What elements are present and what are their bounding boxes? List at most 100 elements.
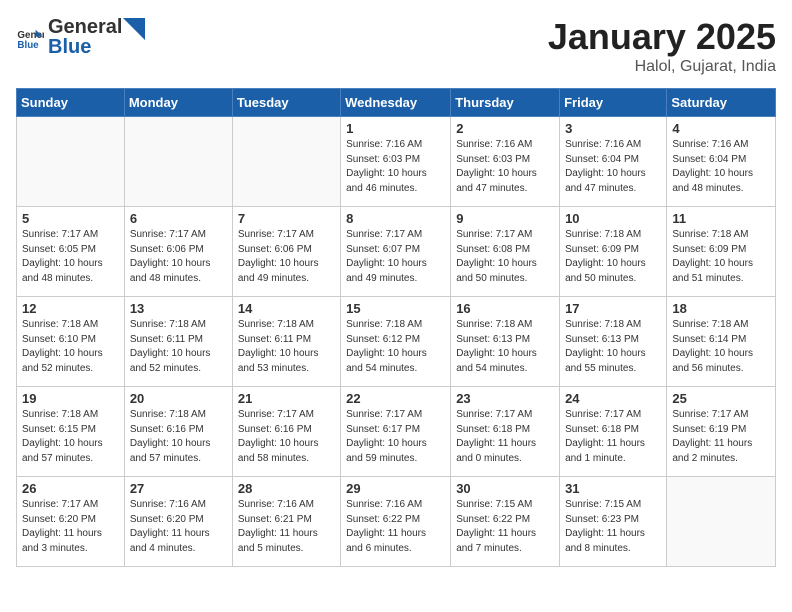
weekday-header-row: SundayMondayTuesdayWednesdayThursdayFrid… xyxy=(17,89,776,117)
day-number: 1 xyxy=(346,121,445,136)
day-cell xyxy=(667,477,776,567)
day-info: Sunrise: 7:17 AM Sunset: 6:19 PM Dayligh… xyxy=(672,408,770,466)
logo: General Blue General Blue xyxy=(16,16,145,59)
day-cell: 23 Sunrise: 7:17 AM Sunset: 6:18 PM Dayli… xyxy=(451,387,560,477)
day-info: Sunrise: 7:18 AM Sunset: 6:10 PM Dayligh… xyxy=(22,318,119,376)
day-cell: 15Sunrise: 7:18 AM Sunset: 6:12 PM Dayli… xyxy=(341,297,451,387)
day-number: 18 xyxy=(672,301,770,316)
day-number: 27 xyxy=(130,481,227,496)
day-info: Sunrise: 7:18 AM Sunset: 6:11 PM Dayligh… xyxy=(238,318,335,376)
day-info: Sunrise: 7:16 AM Sunset: 6:04 PM Dayligh… xyxy=(672,138,770,196)
day-cell: 29 Sunrise: 7:16 AM Sunset: 6:22 PM Dayli… xyxy=(341,477,451,567)
day-number: 7 xyxy=(238,211,335,226)
day-cell: 10 Sunrise: 7:18 AM Sunset: 6:09 PM Dayli… xyxy=(560,207,667,297)
day-number: 15 xyxy=(346,301,445,316)
day-info: Sunrise: 7:16 AM Sunset: 6:20 PM Dayligh… xyxy=(130,498,227,556)
weekday-header-sunday: Sunday xyxy=(17,89,125,117)
day-info: Sunrise: 7:16 AM Sunset: 6:03 PM Dayligh… xyxy=(456,138,554,196)
day-cell xyxy=(17,117,125,207)
day-info: Sunrise: 7:17 AM Sunset: 6:20 PM Dayligh… xyxy=(22,498,119,556)
week-row-5: 26 Sunrise: 7:17 AM Sunset: 6:20 PM Dayli… xyxy=(17,477,776,567)
day-number: 11 xyxy=(672,211,770,226)
day-cell: 3 Sunrise: 7:16 AM Sunset: 6:04 PM Daylig… xyxy=(560,117,667,207)
day-cell: 31 Sunrise: 7:15 AM Sunset: 6:23 PM Dayli… xyxy=(560,477,667,567)
day-cell: 11 Sunrise: 7:18 AM Sunset: 6:09 PM Dayli… xyxy=(667,207,776,297)
day-number: 17 xyxy=(565,301,661,316)
day-number: 5 xyxy=(22,211,119,226)
day-number: 23 xyxy=(456,391,554,406)
day-number: 31 xyxy=(565,481,661,496)
day-cell: 2 Sunrise: 7:16 AM Sunset: 6:03 PM Daylig… xyxy=(451,117,560,207)
day-info: Sunrise: 7:15 AM Sunset: 6:22 PM Dayligh… xyxy=(456,498,554,556)
calendar-subtitle: Halol, Gujarat, India xyxy=(548,58,776,76)
day-number: 21 xyxy=(238,391,335,406)
day-info: Sunrise: 7:16 AM Sunset: 6:04 PM Dayligh… xyxy=(565,138,661,196)
day-number: 24 xyxy=(565,391,661,406)
week-row-4: 19 Sunrise: 7:18 AM Sunset: 6:15 PM Dayli… xyxy=(17,387,776,477)
day-number: 25 xyxy=(672,391,770,406)
weekday-header-saturday: Saturday xyxy=(667,89,776,117)
day-cell: 21 Sunrise: 7:17 AM Sunset: 6:16 PM Dayli… xyxy=(232,387,340,477)
title-block: January 2025 Halol, Gujarat, India xyxy=(548,16,776,76)
day-number: 2 xyxy=(456,121,554,136)
day-cell: 8Sunrise: 7:17 AM Sunset: 6:07 PM Daylig… xyxy=(341,207,451,297)
day-cell: 30 Sunrise: 7:15 AM Sunset: 6:22 PM Dayli… xyxy=(451,477,560,567)
day-number: 16 xyxy=(456,301,554,316)
day-cell: 5Sunrise: 7:17 AM Sunset: 6:05 PM Daylig… xyxy=(17,207,125,297)
day-cell: 1Sunrise: 7:16 AM Sunset: 6:03 PM Daylig… xyxy=(341,117,451,207)
day-cell: 20Sunrise: 7:18 AM Sunset: 6:16 PM Dayli… xyxy=(124,387,232,477)
day-info: Sunrise: 7:17 AM Sunset: 6:06 PM Dayligh… xyxy=(238,228,335,286)
day-info: Sunrise: 7:17 AM Sunset: 6:16 PM Dayligh… xyxy=(238,408,335,466)
day-cell: 27 Sunrise: 7:16 AM Sunset: 6:20 PM Dayli… xyxy=(124,477,232,567)
day-info: Sunrise: 7:17 AM Sunset: 6:17 PM Dayligh… xyxy=(346,408,445,466)
day-cell: 16 Sunrise: 7:18 AM Sunset: 6:13 PM Dayli… xyxy=(451,297,560,387)
day-info: Sunrise: 7:18 AM Sunset: 6:16 PM Dayligh… xyxy=(130,408,227,466)
calendar-title: January 2025 xyxy=(548,16,776,58)
day-cell: 9 Sunrise: 7:17 AM Sunset: 6:08 PM Daylig… xyxy=(451,207,560,297)
day-cell: 7 Sunrise: 7:17 AM Sunset: 6:06 PM Daylig… xyxy=(232,207,340,297)
day-info: Sunrise: 7:18 AM Sunset: 6:13 PM Dayligh… xyxy=(456,318,554,376)
day-number: 10 xyxy=(565,211,661,226)
day-number: 8 xyxy=(346,211,445,226)
day-info: Sunrise: 7:17 AM Sunset: 6:06 PM Dayligh… xyxy=(130,228,227,286)
weekday-header-monday: Monday xyxy=(124,89,232,117)
day-cell xyxy=(232,117,340,207)
day-info: Sunrise: 7:18 AM Sunset: 6:13 PM Dayligh… xyxy=(565,318,661,376)
logo-icon: General Blue xyxy=(16,24,44,52)
day-info: Sunrise: 7:17 AM Sunset: 6:18 PM Dayligh… xyxy=(456,408,554,466)
day-cell: 17 Sunrise: 7:18 AM Sunset: 6:13 PM Dayli… xyxy=(560,297,667,387)
day-info: Sunrise: 7:18 AM Sunset: 6:14 PM Dayligh… xyxy=(672,318,770,376)
day-cell: 6Sunrise: 7:17 AM Sunset: 6:06 PM Daylig… xyxy=(124,207,232,297)
day-cell: 18 Sunrise: 7:18 AM Sunset: 6:14 PM Dayli… xyxy=(667,297,776,387)
day-number: 9 xyxy=(456,211,554,226)
logo-triangle-icon xyxy=(123,18,145,40)
weekday-header-thursday: Thursday xyxy=(451,89,560,117)
day-info: Sunrise: 7:15 AM Sunset: 6:23 PM Dayligh… xyxy=(565,498,661,556)
calendar-table: SundayMondayTuesdayWednesdayThursdayFrid… xyxy=(16,88,776,567)
weekday-header-friday: Friday xyxy=(560,89,667,117)
day-cell: 24Sunrise: 7:17 AM Sunset: 6:18 PM Dayli… xyxy=(560,387,667,477)
day-info: Sunrise: 7:18 AM Sunset: 6:09 PM Dayligh… xyxy=(672,228,770,286)
day-info: Sunrise: 7:17 AM Sunset: 6:08 PM Dayligh… xyxy=(456,228,554,286)
day-number: 14 xyxy=(238,301,335,316)
day-cell xyxy=(124,117,232,207)
week-row-1: 1 Sunrise: 7:16 AM Sunset: 6:03 PM Daylig… xyxy=(17,117,776,207)
day-info: Sunrise: 7:18 AM Sunset: 6:09 PM Dayligh… xyxy=(565,228,661,286)
day-number: 28 xyxy=(238,481,335,496)
day-cell: 28Sunrise: 7:16 AM Sunset: 6:21 PM Dayli… xyxy=(232,477,340,567)
day-number: 3 xyxy=(565,121,661,136)
day-number: 30 xyxy=(456,481,554,496)
day-number: 29 xyxy=(346,481,445,496)
day-info: Sunrise: 7:16 AM Sunset: 6:22 PM Dayligh… xyxy=(346,498,445,556)
day-number: 4 xyxy=(672,121,770,136)
day-info: Sunrise: 7:18 AM Sunset: 6:15 PM Dayligh… xyxy=(22,408,119,466)
day-number: 12 xyxy=(22,301,119,316)
week-row-3: 12 Sunrise: 7:18 AM Sunset: 6:10 PM Dayli… xyxy=(17,297,776,387)
svg-text:Blue: Blue xyxy=(17,39,39,50)
day-cell: 4 Sunrise: 7:16 AM Sunset: 6:04 PM Daylig… xyxy=(667,117,776,207)
day-number: 26 xyxy=(22,481,119,496)
day-cell: 12 Sunrise: 7:18 AM Sunset: 6:10 PM Dayli… xyxy=(17,297,125,387)
day-cell: 26 Sunrise: 7:17 AM Sunset: 6:20 PM Dayli… xyxy=(17,477,125,567)
day-number: 19 xyxy=(22,391,119,406)
page-header: General Blue General Blue January 2025 H… xyxy=(16,16,776,76)
